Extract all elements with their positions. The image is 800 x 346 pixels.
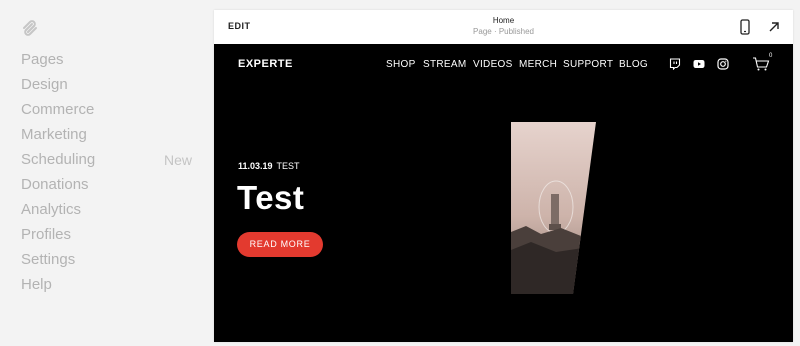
page-status: Page · Published [473,27,534,36]
sidebar-item-label: Profiles [21,226,72,243]
sidebar-item-label: Donations [21,176,89,193]
sidebar-item-label: Help [21,276,52,293]
sidebar-item-label: Design [21,76,68,93]
nav-shop[interactable]: SHOP [386,59,416,70]
sidebar-item-commerce[interactable]: Commerce [21,99,201,124]
site-preview-panel: EDIT Home Page · Published EXPERTE SHOP … [214,10,793,342]
nav-merch[interactable]: MERCH [519,59,557,70]
instagram-icon[interactable] [717,58,729,70]
sidebar-item-design[interactable]: Design [21,74,201,99]
sidebar-item-scheduling[interactable]: Scheduling New [21,149,201,174]
sidebar-item-pages[interactable]: Pages [21,49,201,74]
page-title: Home [492,16,515,25]
mobile-preview-icon[interactable] [739,19,751,35]
sidebar-item-help[interactable]: Help [21,274,201,299]
sidebar-item-label: Pages [21,51,64,68]
cart-icon[interactable] [752,56,770,72]
squarespace-logo-icon[interactable] [20,18,40,38]
sidebar-item-settings[interactable]: Settings [21,249,201,274]
nav-videos[interactable]: VIDEOS [473,59,513,70]
open-external-arrow-icon[interactable] [767,20,781,34]
hero-image [511,122,596,294]
sidebar-item-marketing[interactable]: Marketing [21,124,201,149]
sidebar-item-analytics[interactable]: Analytics [21,199,201,224]
sidebar-item-profiles[interactable]: Profiles [21,224,201,249]
nav-blog[interactable]: BLOG [619,59,648,70]
twitch-icon[interactable] [669,58,681,70]
post-date: 11.03.19 [238,161,273,171]
youtube-icon[interactable] [693,58,705,70]
sidebar-nav: Pages Design Commerce Marketing Scheduli… [21,49,201,299]
site-canvas: EXPERTE SHOP STREAM VIDEOS MERCH SUPPORT… [214,44,793,342]
sidebar-item-donations[interactable]: Donations [21,174,201,199]
post-title[interactable]: Test [237,179,304,217]
sidebar-item-label: Marketing [21,126,87,143]
site-brand[interactable]: EXPERTE [238,58,293,70]
nav-stream[interactable]: STREAM [423,59,466,70]
cart-count: 0 [769,53,773,59]
post-meta: 11.03.19 TEST [238,161,300,171]
sidebar-item-label: Commerce [21,101,95,118]
sidebar: Pages Design Commerce Marketing Scheduli… [0,0,214,346]
post-category[interactable]: TEST [277,161,300,171]
sidebar-item-label: Settings [21,251,76,268]
sidebar-item-label: Scheduling [21,151,96,168]
sidebar-item-label: Analytics [21,201,82,218]
nav-support[interactable]: SUPPORT [563,59,613,70]
preview-topbar: EDIT Home Page · Published [214,10,793,44]
read-more-button[interactable]: READ MORE [237,232,323,257]
new-badge: New [164,152,193,168]
